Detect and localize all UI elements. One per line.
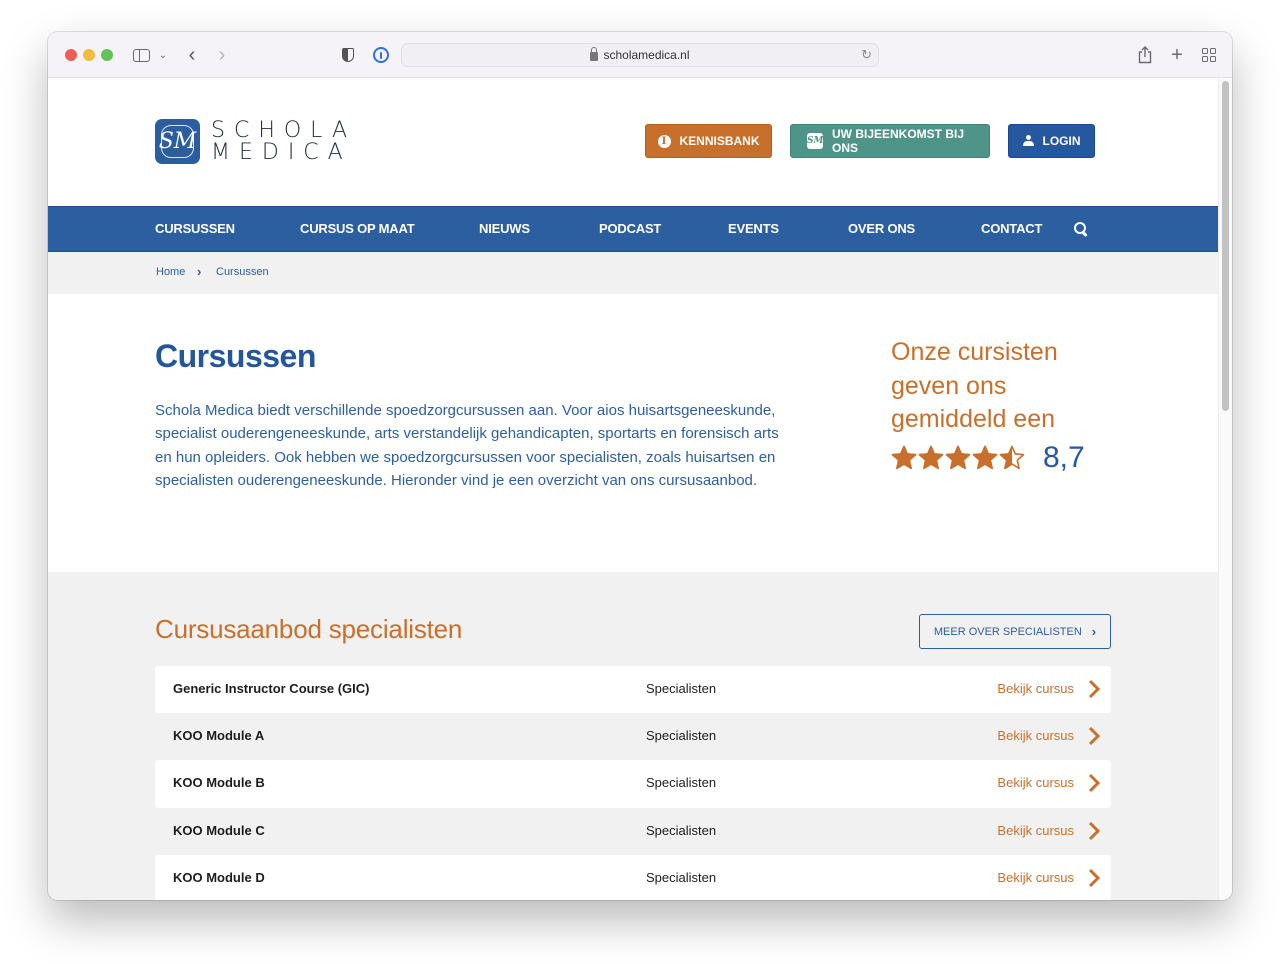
course-name: KOO Module D xyxy=(173,869,265,885)
login-label: LOGIN xyxy=(1042,134,1081,148)
new-tab-icon[interactable]: + xyxy=(1168,44,1186,66)
header-buttons: i KENNISBANK SM UW BIJEENKOMST BIJ ONS L… xyxy=(645,124,1095,158)
scrollbar-thumb[interactable] xyxy=(1222,81,1229,411)
chevron-right-icon[interactable] xyxy=(1087,868,1101,888)
chevron-down-icon[interactable]: ⌄ xyxy=(156,44,170,66)
star-rating xyxy=(891,445,1025,471)
info-icon: i xyxy=(657,134,671,148)
course-category: Specialisten xyxy=(646,775,717,791)
nav-item-cursus-op-maat[interactable]: CURSUS OP MAAT xyxy=(300,207,415,251)
logo-line-2: MEDICA xyxy=(211,139,352,165)
nav-item-contact[interactable]: CONTACT xyxy=(981,207,1042,251)
nav-item-podcast[interactable]: PODCAST xyxy=(599,207,661,251)
nav-item-nieuws[interactable]: NIEUWS xyxy=(479,207,530,251)
course-row[interactable]: KOO Module B Specialisten Bekijk cursus xyxy=(155,760,1111,808)
page-viewport: SM SCHOLA MEDICA i KENNISBANK SM UW BIJE… xyxy=(48,78,1232,900)
course-category: Specialisten xyxy=(646,822,717,838)
browser-toolbar: ⌄ ‹ › scholamedica.nl ↻ + xyxy=(48,32,1232,78)
breadcrumb-home[interactable]: Home xyxy=(156,266,185,278)
meer-over-specialisten-button[interactable]: MEER OVER SPECIALISTEN › xyxy=(919,614,1111,649)
sidebar-toggle-icon[interactable] xyxy=(132,44,150,66)
logo[interactable]: SM SCHOLA MEDICA xyxy=(155,119,356,164)
url-text: scholamedica.nl xyxy=(603,48,690,62)
courses-section: Cursusaanbod specialisten MEER OVER SPEC… xyxy=(48,572,1218,900)
star-full-icon xyxy=(891,445,917,469)
star-half-icon xyxy=(999,445,1025,469)
star-full-icon xyxy=(945,445,971,469)
intro-text: Schola Medica biedt verschillende spoedz… xyxy=(155,402,779,489)
rating-block: Onze cursisten geven ons gemiddeld een 8… xyxy=(891,336,1101,475)
rating-value: 8,7 xyxy=(1043,440,1085,474)
lock-icon xyxy=(590,46,599,61)
back-button[interactable]: ‹ xyxy=(184,44,200,66)
user-icon xyxy=(1022,135,1034,147)
course-category: Specialisten xyxy=(646,728,717,744)
course-row[interactable]: Generic Instructor Course (GIC) Speciali… xyxy=(155,666,1111,714)
intro-section: Cursussen Schola Medica biedt verschille… xyxy=(48,294,1218,572)
login-button[interactable]: LOGIN xyxy=(1008,124,1095,158)
chevron-right-icon: › xyxy=(1091,624,1097,639)
course-name: Generic Instructor Course (GIC) xyxy=(173,681,370,696)
courses-title: Cursusaanbod specialisten xyxy=(155,614,463,644)
course-name: KOO Module A xyxy=(173,728,265,744)
forward-button[interactable]: › xyxy=(214,44,230,66)
scrollbar[interactable] xyxy=(1218,78,1232,900)
kennisbank-label: KENNISBANK xyxy=(679,134,760,148)
share-icon[interactable] xyxy=(1136,44,1154,66)
breadcrumb-separator-icon: › xyxy=(197,264,202,279)
browser-window: ⌄ ‹ › scholamedica.nl ↻ + SM SCHOLA MEDI… xyxy=(48,32,1232,900)
rating-text: Onze cursisten geven ons gemiddeld een xyxy=(891,338,1058,433)
bekijk-cursus-link[interactable]: Bekijk cursus xyxy=(997,870,1074,885)
rating-row: 8,7 xyxy=(891,441,1101,475)
bekijk-cursus-link[interactable]: Bekijk cursus xyxy=(997,775,1074,790)
nav-item-cursussen[interactable]: CURSUSSEN xyxy=(155,207,235,251)
bekijk-cursus-link[interactable]: Bekijk cursus xyxy=(997,681,1074,696)
bekijk-cursus-link[interactable]: Bekijk cursus xyxy=(997,823,1074,838)
chevron-right-icon[interactable] xyxy=(1087,679,1101,699)
schola-medica-icon: SM xyxy=(807,133,823,149)
course-name: KOO Module C xyxy=(173,822,265,838)
page-title: Cursussen xyxy=(155,338,316,374)
bijeenkomst-button[interactable]: SM UW BIJEENKOMST BIJ ONS xyxy=(790,124,990,158)
bijeenkomst-label: UW BIJEENKOMST BIJ ONS xyxy=(832,127,965,155)
address-bar[interactable]: scholamedica.nl ↻ xyxy=(401,43,879,67)
course-row[interactable]: KOO Module C Specialisten Bekijk cursus xyxy=(155,808,1111,855)
logo-line-1: SCHOLA xyxy=(211,117,356,143)
search-icon[interactable] xyxy=(1073,221,1089,237)
page: SM SCHOLA MEDICA i KENNISBANK SM UW BIJE… xyxy=(48,78,1218,900)
kennisbank-button[interactable]: i KENNISBANK xyxy=(645,124,772,158)
logo-mark-icon: SM xyxy=(155,119,200,164)
chevron-right-icon[interactable] xyxy=(1087,821,1101,841)
minimize-window-button[interactable] xyxy=(83,49,95,61)
logo-text: SCHOLA MEDICA xyxy=(211,117,356,165)
password-manager-icon[interactable] xyxy=(372,44,390,66)
main-nav: CURSUSSEN CURSUS OP MAAT NIEUWS PODCAST … xyxy=(48,206,1218,252)
course-category: Specialisten xyxy=(646,869,717,885)
course-name: KOO Module B xyxy=(173,775,265,791)
breadcrumb-current: Cursussen xyxy=(216,266,269,278)
tab-overview-icon[interactable] xyxy=(1200,44,1218,66)
reload-icon[interactable]: ↻ xyxy=(861,47,872,63)
nav-item-over-ons[interactable]: OVER ONS xyxy=(848,207,915,251)
star-full-icon xyxy=(918,445,944,469)
breadcrumb: Home › Cursussen xyxy=(48,252,1218,294)
chevron-right-icon[interactable] xyxy=(1087,773,1101,793)
star-full-icon xyxy=(972,445,998,469)
privacy-shield-icon[interactable] xyxy=(340,44,356,66)
course-list: Generic Instructor Course (GIC) Speciali… xyxy=(155,666,1111,900)
course-category: Specialisten xyxy=(646,681,717,696)
nav-item-events[interactable]: EVENTS xyxy=(728,207,779,251)
bekijk-cursus-link[interactable]: Bekijk cursus xyxy=(997,728,1074,743)
course-row[interactable]: KOO Module D Specialisten Bekijk cursus xyxy=(155,854,1111,900)
zoom-window-button[interactable] xyxy=(101,49,113,61)
course-row[interactable]: KOO Module A Specialisten Bekijk cursus xyxy=(155,713,1111,760)
meer-button-label: MEER OVER SPECIALISTEN xyxy=(933,625,1082,638)
close-window-button[interactable] xyxy=(65,49,77,61)
site-header: SM SCHOLA MEDICA i KENNISBANK SM UW BIJE… xyxy=(48,78,1218,206)
chevron-right-icon[interactable] xyxy=(1087,726,1101,746)
